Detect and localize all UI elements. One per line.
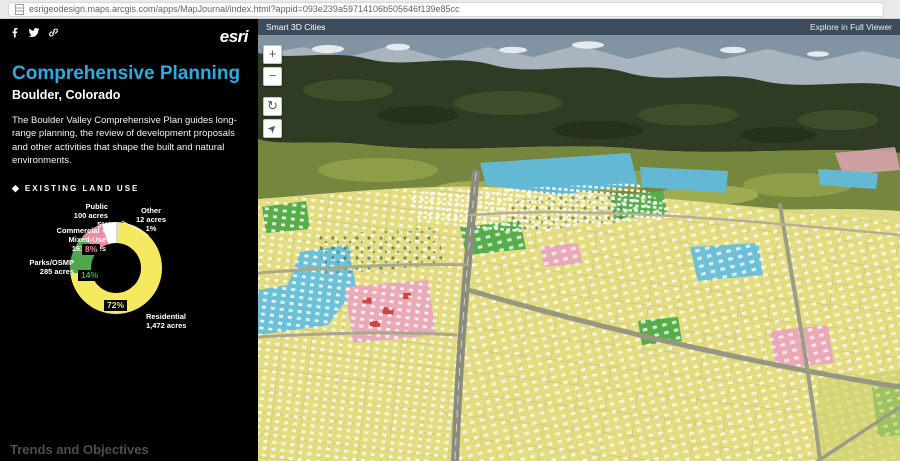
chart-percent-commercial: 8% xyxy=(82,244,101,255)
address-bar[interactable]: esrigeodesign.maps.arcgis.com/apps/MapJo… xyxy=(8,1,884,17)
land-use-chart: Public 100 acres 5% Other 12 acres 1% Co… xyxy=(0,200,258,365)
url-text: esrigeodesign.maps.arcgis.com/apps/MapJo… xyxy=(29,4,460,14)
section-heading: ◆ EXISTING LAND USE xyxy=(12,183,246,194)
diamond-icon: ◆ xyxy=(12,183,19,194)
full-viewer-link[interactable]: Explore in Full Viewer xyxy=(810,22,892,32)
chart-percent-residential: 72% xyxy=(104,300,128,311)
map-title: Smart 3D Cities xyxy=(266,22,326,32)
chart-label-residential: Residential 1,472 acres xyxy=(146,312,187,331)
facebook-icon[interactable] xyxy=(10,27,20,38)
story-panel: esri Comprehensive Planning Boulder, Col… xyxy=(0,19,258,461)
zoom-in-button[interactable]: + xyxy=(263,45,282,64)
map-view[interactable]: + − ↻ ➤ xyxy=(258,35,900,461)
page-subtitle: Boulder, Colorado xyxy=(12,88,121,102)
esri-logo[interactable]: esri xyxy=(220,27,249,47)
page-title: Comprehensive Planning xyxy=(12,63,241,84)
twitter-icon[interactable] xyxy=(28,27,40,38)
social-share-bar xyxy=(10,27,59,38)
page-icon xyxy=(15,3,24,15)
chart-label-public: Public 100 acres 5% xyxy=(73,202,108,230)
description-text: The Boulder Valley Comprehensive Plan gu… xyxy=(12,115,237,166)
map-controls: + − ↻ ➤ xyxy=(263,45,282,138)
chart-label-other: Other 12 acres 1% xyxy=(136,206,167,234)
link-icon[interactable] xyxy=(48,27,59,38)
chart-label-parks: Parks/OSMP 285 acres xyxy=(29,258,74,277)
map-3d-scene[interactable] xyxy=(258,35,900,461)
next-section-link[interactable]: Trends and Objectives xyxy=(10,442,149,457)
map-area: Smart 3D Cities Explore in Full Viewer +… xyxy=(258,19,900,461)
section-heading-label: EXISTING LAND USE xyxy=(24,184,140,194)
browser-window: esrigeodesign.maps.arcgis.com/apps/MapJo… xyxy=(0,0,900,461)
rotate-icon[interactable]: ↻ xyxy=(263,97,282,116)
chart-percent-parks: 14% xyxy=(78,270,102,281)
compass-icon[interactable]: ➤ xyxy=(263,119,282,138)
zoom-out-button[interactable]: − xyxy=(263,67,282,86)
map-header: Smart 3D Cities Explore in Full Viewer xyxy=(258,19,900,35)
browser-chrome: esrigeodesign.maps.arcgis.com/apps/MapJo… xyxy=(0,0,900,19)
